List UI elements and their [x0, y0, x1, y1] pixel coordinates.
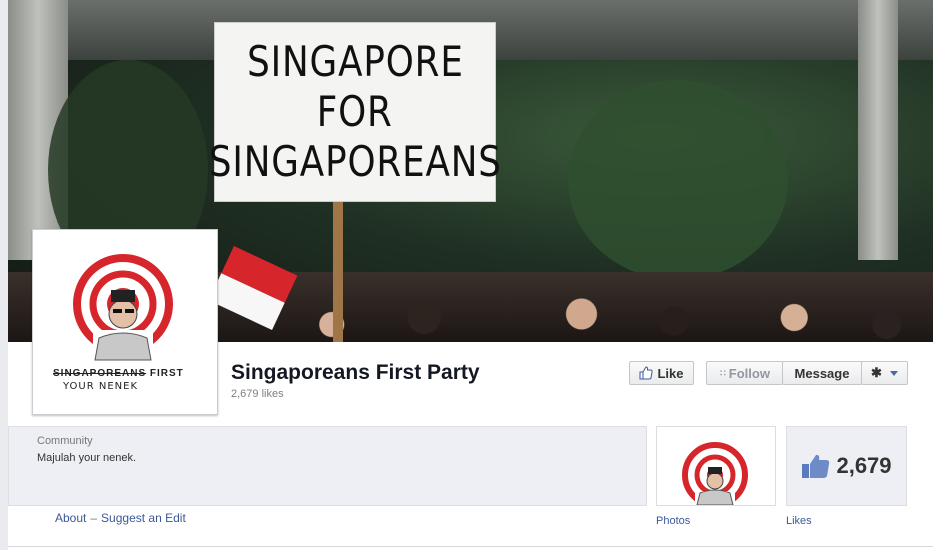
about-links: About – Suggest an Edit [55, 511, 186, 525]
photos-tile[interactable] [656, 426, 776, 508]
sign-line: SINGAPOREANS [208, 137, 502, 186]
page-likes-count: 2,679 likes [231, 388, 284, 400]
logo-text-line1: SINGAPOREANS FIRST [53, 368, 184, 379]
likes-count: 2,679 [836, 453, 892, 478]
message-button[interactable]: Message [782, 361, 862, 385]
divider [8, 546, 933, 547]
gear-icon: ✱ [871, 365, 882, 380]
rss-icon: ∷ [720, 367, 726, 378]
message-button-label: Message [794, 365, 850, 381]
logo-text-line2: YOUR NENEK [63, 381, 139, 392]
page-category: Community [37, 435, 93, 447]
link-separator: – [90, 511, 98, 525]
protest-sign: SINGAPORE FOR SINGAPOREANS [209, 22, 501, 202]
follow-button-label: Follow [728, 365, 770, 381]
like-button-label: Like [657, 365, 684, 381]
likes-tile[interactable]: 2,679 [786, 426, 907, 506]
like-button[interactable]: Like [629, 361, 694, 385]
settings-menu-button[interactable]: ✱ [861, 361, 908, 385]
cover-pillar [858, 0, 898, 260]
logo-struck-word: SINGAPOREANS [53, 368, 147, 379]
sign-line: SINGAPORE [246, 37, 464, 86]
left-page-strip [0, 0, 8, 550]
cover-tree [568, 80, 788, 280]
photo-thumbnail-icon [682, 442, 748, 508]
profile-picture[interactable]: SINGAPOREANS FIRST YOUR NENEK [32, 229, 218, 415]
sign-line: FOR [317, 87, 393, 136]
sign-stick [333, 200, 343, 342]
thumbs-up-icon [802, 454, 830, 478]
suggest-edit-link[interactable]: Suggest an Edit [101, 511, 186, 525]
chevron-down-icon [889, 370, 898, 376]
page-description: Majulah your nenek. [37, 452, 137, 464]
follow-button[interactable]: ∷ Follow [706, 361, 783, 385]
logo-word: FIRST [149, 368, 184, 379]
likes-label[interactable]: Likes [786, 515, 812, 527]
about-panel: Community Majulah your nenek. [8, 426, 647, 506]
about-link[interactable]: About [55, 511, 86, 525]
photos-label[interactable]: Photos [656, 515, 690, 527]
page-title[interactable]: Singaporeans First Party [231, 361, 480, 385]
thumbs-up-icon [639, 366, 654, 380]
